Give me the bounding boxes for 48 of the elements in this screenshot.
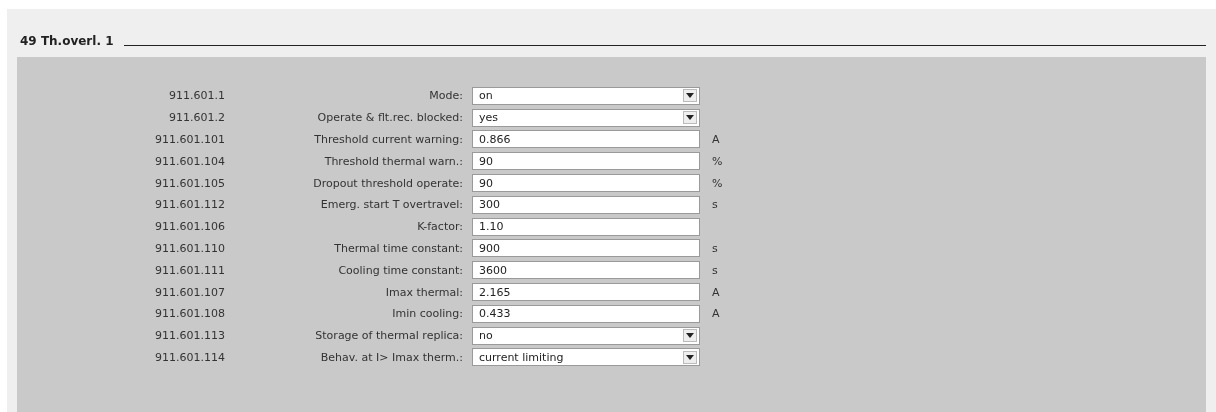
dropdown-field[interactable]: current limiting: [472, 348, 700, 367]
unit-label: s: [712, 198, 718, 212]
input-field[interactable]: 2.165: [472, 283, 700, 302]
parameter-label: Dropout threshold operate:: [312, 176, 463, 190]
parameter-label: Threshold current warning:: [313, 133, 463, 146]
parameter-label: Mode:: [428, 89, 463, 103]
unit-label: A: [712, 307, 720, 321]
section-title: 49 Th.overl. 1: [20, 34, 114, 49]
parameter-number: 911.601.114: [154, 350, 225, 364]
parameter-label: Operate & flt.rec. blocked:: [316, 111, 463, 125]
unit-label: A: [712, 285, 720, 299]
unit-label: A: [712, 133, 720, 146]
parameter-number: 911.601.113: [154, 329, 225, 343]
parameter-number: 911.601.108: [154, 307, 225, 321]
parameter-number: 911.601.106: [154, 220, 225, 234]
parameter-number: 911.601.2: [168, 111, 225, 125]
parameter-label: Storage of thermal replica:: [314, 329, 463, 343]
input-field[interactable]: 0.866: [472, 130, 700, 149]
dropdown-field[interactable]: no: [472, 326, 700, 345]
parameter-label: Imax thermal:: [384, 285, 463, 299]
input-field[interactable]: 0.433: [472, 304, 700, 323]
dropdown-field[interactable]: yes: [472, 108, 700, 127]
parameter-label: Behav. at I> Imax therm.:: [319, 350, 463, 364]
parameter-number: 911.601.112: [154, 198, 225, 212]
input-field[interactable]: 3600: [472, 261, 700, 280]
parameter-number: 911.601.101: [154, 133, 225, 146]
parameter-number: 911.601.104: [154, 154, 225, 168]
parameter-number: 911.601.111: [154, 263, 225, 277]
input-field[interactable]: 1.10: [472, 217, 700, 236]
unit-label: %: [712, 176, 723, 190]
parameter-number: 911.601.110: [154, 241, 225, 255]
unit-label: %: [712, 154, 723, 168]
parameter-label: Threshold thermal warn.:: [323, 154, 463, 168]
parameter-label: Imin cooling:: [391, 307, 463, 321]
input-field[interactable]: 300: [472, 195, 700, 214]
unit-label: s: [712, 241, 718, 255]
unit-label: s: [712, 263, 718, 277]
parameter-label: Thermal time constant:: [333, 241, 463, 255]
input-field[interactable]: 900: [472, 239, 700, 258]
parameter-number: 911.601.107: [154, 285, 225, 299]
input-field[interactable]: 90: [472, 152, 700, 171]
parameter-label: Emerg. start T overtravel:: [319, 198, 463, 212]
parameter-number: 911.601.105: [154, 176, 225, 190]
input-field[interactable]: 90: [472, 174, 700, 193]
parameter-number: 911.601.1: [168, 89, 225, 103]
parameter-label: K-factor:: [416, 220, 463, 234]
parameter-label: Cooling time constant:: [337, 263, 463, 277]
dropdown-field[interactable]: on: [472, 86, 700, 105]
